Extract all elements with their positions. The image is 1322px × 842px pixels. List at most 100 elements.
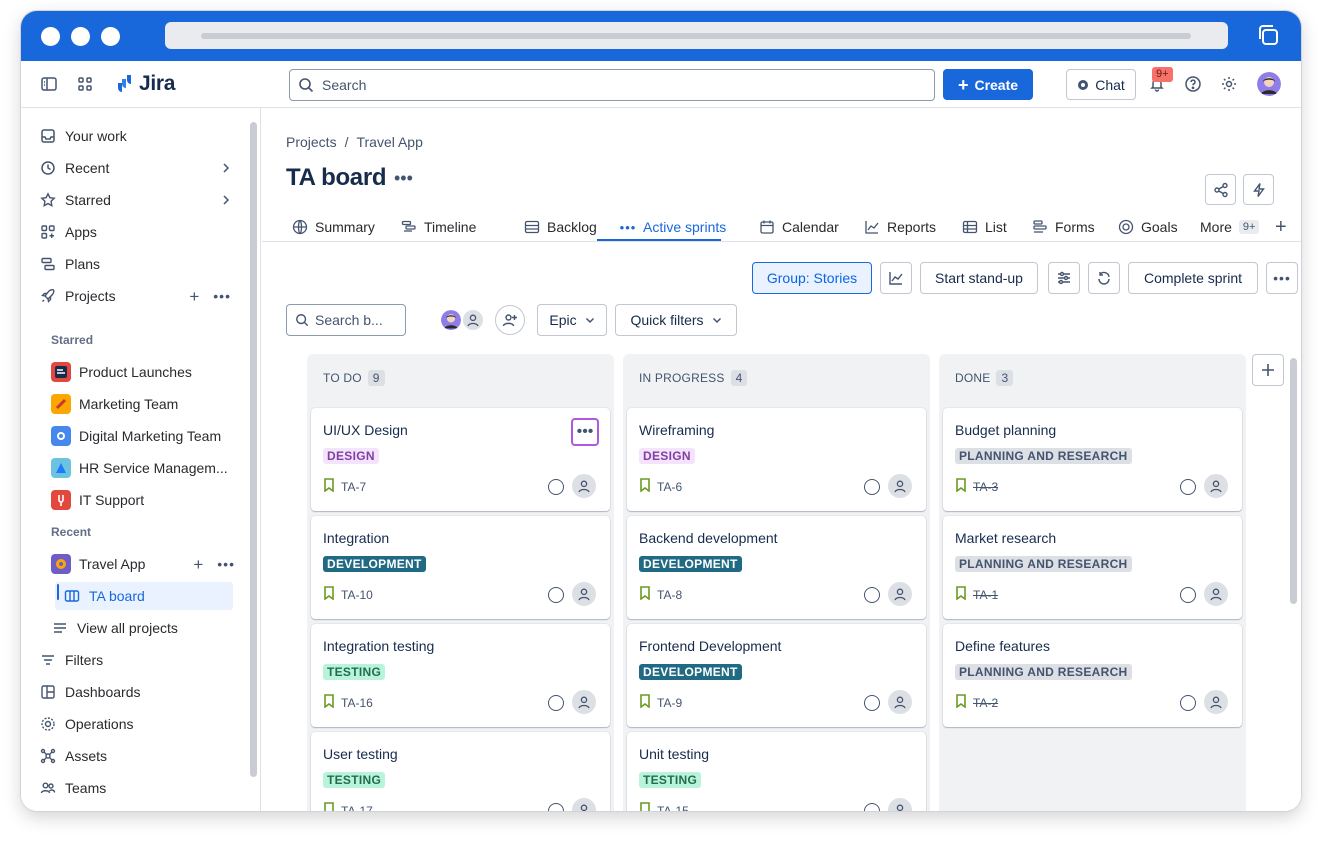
status-circle-icon[interactable] (548, 479, 564, 495)
epic-filter-dropdown[interactable]: Epic (537, 304, 607, 336)
issue-card[interactable]: Unit testing TESTING TA-15 (627, 732, 926, 811)
issue-card[interactable]: User testing TESTING TA-17 (311, 732, 610, 811)
sidebar-item-apps[interactable]: Apps (31, 218, 235, 246)
sidebar-item-assets[interactable]: Assets (31, 742, 235, 770)
issue-card[interactable]: Budget planning PLANNING AND RESEARCH TA… (943, 408, 1242, 511)
assignee-avatar-icon[interactable] (572, 474, 596, 498)
insights-button[interactable] (880, 262, 912, 294)
sidebar-item-view-all-projects[interactable]: View all projects (43, 614, 239, 642)
tab-goals[interactable]: Goals (1118, 214, 1178, 240)
sidebar-item-your-work[interactable]: Your work (31, 122, 235, 150)
sidebar-toggle-icon[interactable] (39, 74, 59, 94)
sidebar-project-travel-app[interactable]: Travel App + ••• (43, 550, 239, 578)
tabs-overview-icon[interactable] (1256, 23, 1280, 47)
chat-button[interactable]: Chat (1066, 69, 1136, 100)
view-settings-button[interactable] (1048, 262, 1080, 294)
sidebar-item-recent[interactable]: Recent (31, 154, 235, 182)
assignee-avatar-icon[interactable] (572, 798, 596, 811)
sidebar-item-starred[interactable]: Starred (31, 186, 235, 214)
breadcrumb-project[interactable]: Travel App (356, 134, 422, 150)
sidebar-scrollbar[interactable] (250, 122, 257, 777)
refresh-button[interactable] (1088, 262, 1120, 294)
assignee-avatar-icon[interactable] (572, 690, 596, 714)
tab-calendar[interactable]: Calendar (759, 214, 839, 240)
issue-card[interactable]: Integration DEVELOPMENT TA-10 (311, 516, 610, 619)
issue-card[interactable]: Backend development DEVELOPMENT TA-8 (627, 516, 926, 619)
issue-card[interactable]: Wireframing DESIGN TA-6 (627, 408, 926, 511)
status-circle-icon[interactable] (864, 803, 880, 811)
app-switcher-icon[interactable] (75, 74, 95, 94)
board-actions-icon[interactable]: ••• (394, 168, 413, 189)
address-bar[interactable] (165, 22, 1228, 49)
card-key[interactable]: TA-2 (955, 694, 998, 711)
add-people-icon[interactable] (495, 305, 525, 335)
card-key[interactable]: TA-15 (639, 802, 689, 811)
tab-backlog[interactable]: Backlog (524, 214, 597, 240)
sidebar-project-hr-service[interactable]: HR Service Managem... (43, 454, 239, 482)
assignee-avatar-icon[interactable] (888, 474, 912, 498)
issue-card[interactable]: Define features PLANNING AND RESEARCH TA… (943, 624, 1242, 727)
sidebar-item-operations[interactable]: Operations (31, 710, 235, 738)
sidebar-item-filters[interactable]: Filters (31, 646, 235, 674)
card-key[interactable]: TA-9 (639, 694, 682, 711)
start-standup-button[interactable]: Start stand-up (920, 262, 1038, 294)
tab-forms[interactable]: Forms (1032, 214, 1095, 240)
board-search-input[interactable] (315, 312, 399, 328)
sidebar-project-marketing-team[interactable]: Marketing Team (43, 390, 239, 418)
sidebar-project-product-launches[interactable]: Product Launches (43, 358, 239, 386)
quick-filters-dropdown[interactable]: Quick filters (615, 304, 737, 336)
tab-active-sprints[interactable]: ••• Active sprints (620, 214, 727, 240)
settings-gear-icon[interactable] (1219, 74, 1239, 94)
sidebar-project-it-support[interactable]: IT Support (43, 486, 239, 514)
card-key[interactable]: TA-8 (639, 586, 682, 603)
add-column-button[interactable] (1252, 354, 1284, 386)
issue-card[interactable]: Integration testing TESTING TA-16 (311, 624, 610, 727)
share-button[interactable] (1205, 174, 1236, 205)
create-button[interactable]: + Create (943, 69, 1033, 100)
status-circle-icon[interactable] (864, 587, 880, 603)
tab-timeline[interactable]: Timeline (401, 214, 476, 240)
add-icon[interactable]: + (193, 556, 203, 573)
automation-button[interactable] (1243, 174, 1274, 205)
status-circle-icon[interactable] (864, 695, 880, 711)
issue-card[interactable]: UI/UX Design ••• DESIGN TA-7 (311, 408, 610, 511)
sidebar-item-teams[interactable]: Teams (31, 774, 235, 802)
issue-card[interactable]: Market research PLANNING AND RESEARCH TA… (943, 516, 1242, 619)
user-avatar[interactable] (1257, 72, 1281, 96)
assignee-filter-avatar[interactable] (439, 308, 463, 332)
board-scrollbar[interactable] (1290, 358, 1297, 604)
more-options-icon[interactable]: ••• (213, 288, 231, 304)
card-key[interactable]: TA-10 (323, 586, 373, 603)
sidebar-item-projects[interactable]: Projects + ••• (31, 282, 235, 310)
more-actions-icon[interactable]: ••• (1266, 262, 1298, 294)
status-circle-icon[interactable] (1180, 695, 1196, 711)
more-options-icon[interactable]: ••• (217, 556, 235, 572)
tab-more[interactable]: More 9+ (1200, 214, 1260, 240)
tab-summary[interactable]: Summary (292, 214, 375, 240)
issue-card[interactable]: Frontend Development DEVELOPMENT TA-9 (627, 624, 926, 727)
assignee-avatar-icon[interactable] (888, 582, 912, 606)
card-key[interactable]: TA-3 (955, 478, 998, 495)
card-key[interactable]: TA-7 (323, 478, 366, 495)
help-icon[interactable] (1183, 74, 1203, 94)
sidebar-project-digital-marketing-team[interactable]: Digital Marketing Team (43, 422, 239, 450)
status-circle-icon[interactable] (548, 695, 564, 711)
breadcrumb-projects[interactable]: Projects (286, 134, 337, 150)
assignee-avatar-icon[interactable] (572, 582, 596, 606)
search-input[interactable] (322, 77, 902, 93)
card-key[interactable]: TA-16 (323, 694, 373, 711)
assignee-avatar-icon[interactable] (1204, 582, 1228, 606)
sidebar-item-ta-board[interactable]: TA board (55, 582, 233, 610)
status-circle-icon[interactable] (548, 587, 564, 603)
unassigned-filter-icon[interactable] (461, 308, 485, 332)
status-circle-icon[interactable] (1180, 587, 1196, 603)
status-circle-icon[interactable] (864, 479, 880, 495)
complete-sprint-button[interactable]: Complete sprint (1128, 262, 1258, 294)
card-key[interactable]: TA-1 (955, 586, 998, 603)
jira-logo[interactable]: Jira (111, 72, 175, 96)
add-project-icon[interactable]: + (189, 288, 199, 305)
status-circle-icon[interactable] (1180, 479, 1196, 495)
sidebar-item-dashboards[interactable]: Dashboards (31, 678, 235, 706)
assignee-avatar-icon[interactable] (1204, 474, 1228, 498)
assignee-avatar-icon[interactable] (888, 798, 912, 811)
